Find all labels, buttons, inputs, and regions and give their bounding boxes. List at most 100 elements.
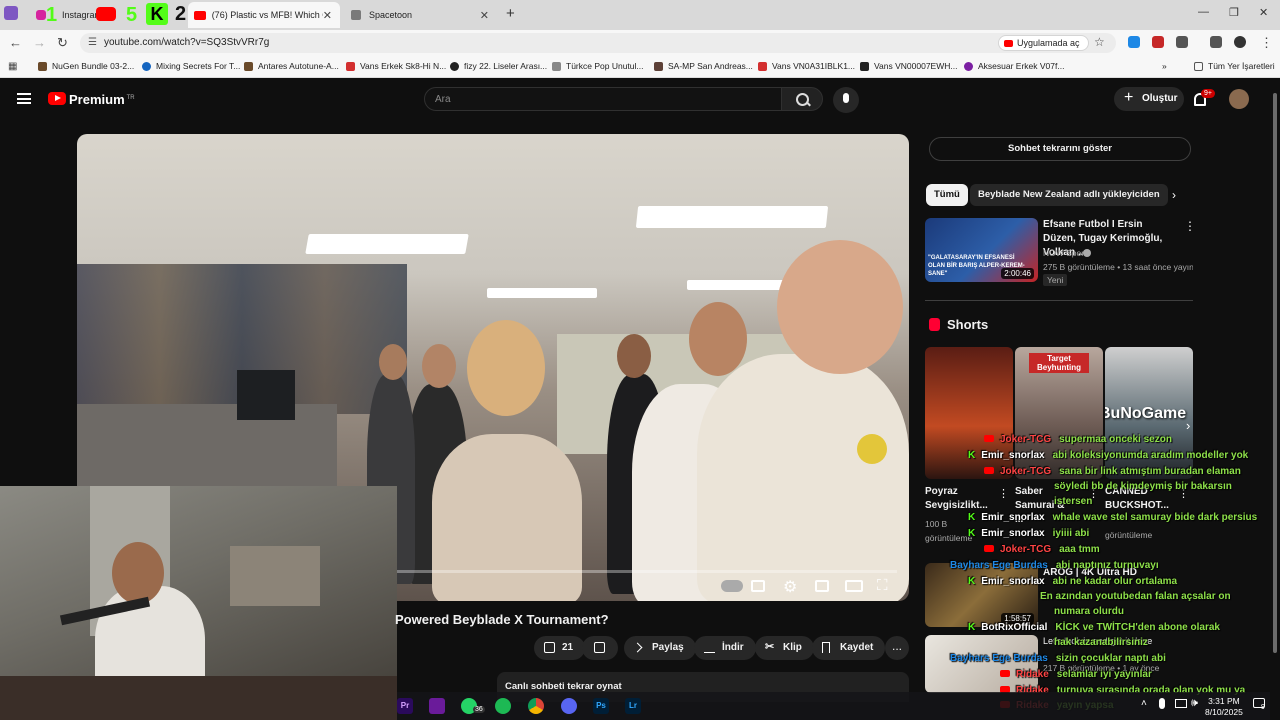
chat-text: iyiiii abi — [1052, 528, 1090, 539]
search-input[interactable]: Ara — [424, 87, 782, 111]
taskbar-clock[interactable]: 3:31 PM 8/10/2025 — [1205, 696, 1243, 718]
bookmark-item[interactable]: Türkce Pop Unutul... — [552, 61, 643, 71]
lightroom-app-icon[interactable]: Lr — [625, 698, 641, 714]
bookmark-item[interactable]: Mixing Secrets For T... — [142, 61, 240, 71]
avatar[interactable] — [1229, 89, 1249, 109]
close-tab-icon[interactable]: ✕ — [323, 9, 332, 22]
photoshop-app-icon[interactable]: Ps — [593, 698, 609, 714]
bookmark-item[interactable]: Vans VN0A31IBLK1... — [758, 61, 855, 71]
tab-youtube-video[interactable]: (76) Plastic vs MFB! Which Gen ✕ — [188, 2, 340, 28]
clip-button[interactable]: ✂ Klip — [755, 636, 814, 660]
settings-gear-icon[interactable]: ⚙ — [783, 577, 797, 597]
theater-mode-icon[interactable] — [845, 580, 863, 592]
extension-badge-icon[interactable] — [1152, 36, 1164, 48]
bookmark-item[interactable]: Vans Erkek Sk8-Hi N... — [346, 61, 446, 71]
close-tab-icon[interactable]: ✕ — [480, 9, 489, 22]
chat-message: Bayhars Ege Burdas abi naptınız turnuvayı — [950, 560, 1159, 571]
bookmarks-overflow-icon[interactable]: » — [1162, 61, 1167, 71]
menu-hamburger-icon[interactable] — [17, 93, 31, 104]
open-in-app-button[interactable]: Uygulamada aç — [998, 35, 1089, 51]
like-button[interactable]: 21 — [534, 636, 586, 660]
puzzle-extensions-icon[interactable] — [1176, 36, 1188, 48]
media-controls-icon[interactable] — [1210, 36, 1222, 48]
recommended-menu-icon[interactable]: ⋮ — [1184, 219, 1196, 233]
short-menu-icon[interactable]: ⋮ — [998, 487, 1009, 500]
tray-chevron-icon[interactable]: ˄ — [1141, 698, 1147, 709]
premium-logo[interactable]: Premium TR — [69, 92, 135, 107]
premiere-app-icon[interactable]: Pr — [397, 698, 413, 714]
dislike-button[interactable] — [582, 636, 618, 660]
new-tab-button[interactable]: + — [506, 5, 515, 22]
all-bookmarks-folder[interactable]: Tüm Yer İşaretleri — [1194, 61, 1275, 71]
url-text[interactable]: youtube.com/watch?v=SQ3StvVRr7g — [104, 37, 269, 48]
chat-message: söyledi bb de kimdeymiş bir bakarsın — [1054, 481, 1232, 492]
address-bar[interactable]: ☰ youtube.com/watch?v=SQ3StvVRr7g Uygula… — [80, 33, 1116, 53]
more-actions-button[interactable]: ... — [885, 636, 909, 660]
back-icon[interactable]: ← — [9, 35, 22, 50]
forward-icon[interactable]: → — [33, 35, 46, 50]
kick-icon: K — [146, 3, 168, 25]
microphone-tray-icon[interactable] — [1159, 698, 1165, 709]
shorts-next-icon[interactable]: › — [1186, 418, 1190, 433]
profile-icon[interactable] — [1234, 36, 1246, 48]
fullscreen-icon[interactable]: ⛶ — [877, 577, 888, 594]
address-row: ← → ↻ ☰ youtube.com/watch?v=SQ3StvVRr7g … — [0, 30, 1280, 56]
minimize-icon[interactable]: — — [1198, 6, 1209, 18]
recommended-thumbnail[interactable]: "GALATASARAY'IN EFSANESİ OLAN BİR BARIŞ … — [925, 218, 1038, 282]
bookmark-item[interactable]: Aksesuar Erkek V07f... — [964, 61, 1064, 71]
search-button[interactable] — [781, 87, 823, 111]
browser-menu-icon[interactable]: ⋮ — [1260, 35, 1273, 51]
youtube-source-icon — [984, 435, 994, 442]
share-button[interactable]: Paylaş — [624, 636, 696, 660]
chrome-icon[interactable] — [528, 698, 544, 714]
recommended-thumbnail[interactable]: 1:58:57 — [925, 563, 1038, 627]
recommended-channel[interactable]: NOW Spor — [1043, 248, 1084, 258]
youtube-favicon-icon — [194, 10, 206, 20]
bookmark-star-icon[interactable]: ☆ — [1094, 35, 1105, 49]
chat-text: abi koleksiyonumda aradım modeller yok — [1052, 450, 1249, 461]
app-icon[interactable] — [429, 698, 445, 714]
bookmark-item[interactable]: Vans VN00007EWH... — [860, 61, 957, 71]
sidebar-ext-icon[interactable] — [4, 6, 18, 20]
discord-icon[interactable] — [561, 698, 577, 714]
video-progress-bar[interactable] — [397, 570, 897, 573]
download-button[interactable]: İndir — [694, 636, 756, 660]
youtube-logo-icon[interactable] — [48, 92, 66, 105]
ceiling-light — [487, 288, 597, 298]
chip-uploader[interactable]: Beyblade New Zealand adlı yükleyiciden — [970, 184, 1168, 206]
bookmark-item[interactable]: Antares Autotune-A... — [244, 61, 339, 71]
subtitles-icon[interactable] — [751, 580, 765, 592]
bookmark-item[interactable]: SA-MP San Andreas... — [654, 61, 753, 71]
restore-icon[interactable]: ❐ — [1229, 6, 1239, 19]
bookmark-favicon-icon — [450, 61, 459, 71]
shield-extension-icon[interactable] — [1128, 36, 1140, 48]
chips-next-icon[interactable]: › — [1172, 188, 1176, 202]
bookmark-favicon-icon — [38, 61, 47, 71]
chat-username: Joker-TCG — [1000, 434, 1052, 445]
short-overlay-text: Target Beyhunting — [1029, 353, 1089, 373]
autoplay-toggle[interactable] — [721, 580, 743, 592]
miniplayer-icon[interactable] — [815, 580, 829, 592]
page-scrollbar[interactable] — [1270, 79, 1280, 720]
short-title[interactable]: Poyraz Sevgisizlikt... — [925, 485, 988, 513]
shorts-title: Shorts — [947, 317, 989, 332]
spotify-icon[interactable] — [495, 698, 511, 714]
reload-icon[interactable]: ↻ — [57, 35, 68, 51]
bookmark-item[interactable]: NuGen Bundle 03-2... — [38, 61, 134, 71]
tab-spacetoon[interactable]: Spacetoon ✕ — [345, 4, 497, 26]
folder-icon — [1194, 61, 1203, 71]
site-info-icon[interactable]: ☰ — [88, 37, 97, 48]
show-chat-replay-button[interactable]: Sohbet tekrarını göster — [929, 137, 1191, 161]
bookmark-favicon-icon — [346, 61, 355, 71]
network-tray-icon[interactable] — [1175, 699, 1187, 708]
close-window-icon[interactable]: ✕ — [1259, 6, 1268, 19]
chip-all[interactable]: Tümü — [926, 184, 968, 206]
chat-message: K Emir_snorlax abi koleksiyonumda aradım m… — [968, 450, 1248, 461]
apps-grid-icon[interactable]: ▦ — [8, 61, 17, 72]
volume-tray-icon[interactable]: 🕪 — [1191, 697, 1198, 710]
bookmark-item[interactable]: fizy 22. Liseler Arası... — [450, 61, 547, 71]
save-button[interactable]: Kaydet — [812, 636, 886, 660]
create-button[interactable]: Oluştur — [1114, 87, 1184, 111]
kick-source-icon: K — [968, 450, 976, 461]
voice-search-icon[interactable] — [833, 87, 859, 113]
